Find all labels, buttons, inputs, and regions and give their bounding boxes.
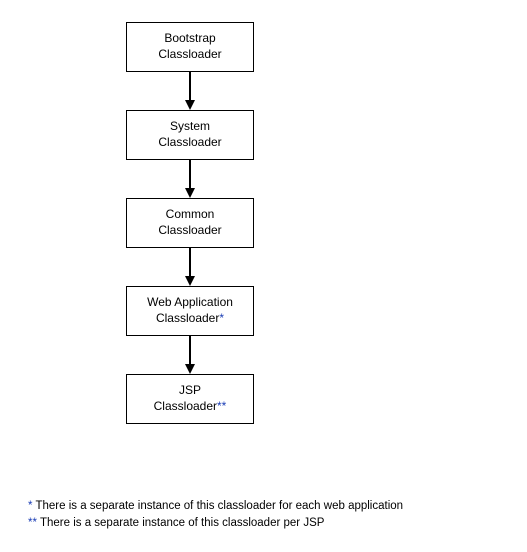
box-webapp-line2: Classloader* (156, 311, 224, 327)
arrow-line-icon (189, 72, 191, 100)
arrow-1 (185, 72, 195, 110)
arrow-head-icon (185, 100, 195, 110)
arrow-4 (185, 336, 195, 374)
footnote-marker-2: ** (28, 517, 37, 529)
arrow-2 (185, 160, 195, 198)
box-system-line1: System (170, 119, 210, 135)
box-jsp-line2-text: Classloader (154, 399, 217, 413)
footnote-2: **There is a separate instance of this c… (28, 515, 403, 532)
asterisk-marker: ** (217, 399, 226, 413)
box-webapp-line2-text: Classloader (156, 311, 219, 325)
arrow-line-icon (189, 160, 191, 188)
box-common: Common Classloader (126, 198, 254, 248)
box-bootstrap-line1: Bootstrap (164, 31, 215, 47)
box-webapp-line1: Web Application (147, 295, 233, 311)
footnotes: *There is a separate instance of this cl… (28, 498, 403, 533)
arrow-head-icon (185, 364, 195, 374)
box-system-line2: Classloader (158, 135, 221, 151)
arrow-head-icon (185, 188, 195, 198)
asterisk-marker: * (219, 311, 224, 325)
box-common-line1: Common (166, 207, 215, 223)
arrow-head-icon (185, 276, 195, 286)
footnote-1: *There is a separate instance of this cl… (28, 498, 403, 515)
footnote-text-1: There is a separate instance of this cla… (35, 500, 403, 512)
box-common-line2: Classloader (158, 223, 221, 239)
box-jsp-line1: JSP (179, 383, 201, 399)
classloader-diagram: Bootstrap Classloader System Classloader… (126, 22, 254, 424)
box-bootstrap-line2: Classloader (158, 47, 221, 63)
footnote-text-2: There is a separate instance of this cla… (40, 517, 324, 529)
box-webapp: Web Application Classloader* (126, 286, 254, 336)
arrow-3 (185, 248, 195, 286)
box-jsp: JSP Classloader** (126, 374, 254, 424)
box-jsp-line2: Classloader** (154, 399, 227, 415)
arrow-line-icon (189, 336, 191, 364)
box-system: System Classloader (126, 110, 254, 160)
box-bootstrap: Bootstrap Classloader (126, 22, 254, 72)
footnote-marker-1: * (28, 500, 32, 512)
arrow-line-icon (189, 248, 191, 276)
